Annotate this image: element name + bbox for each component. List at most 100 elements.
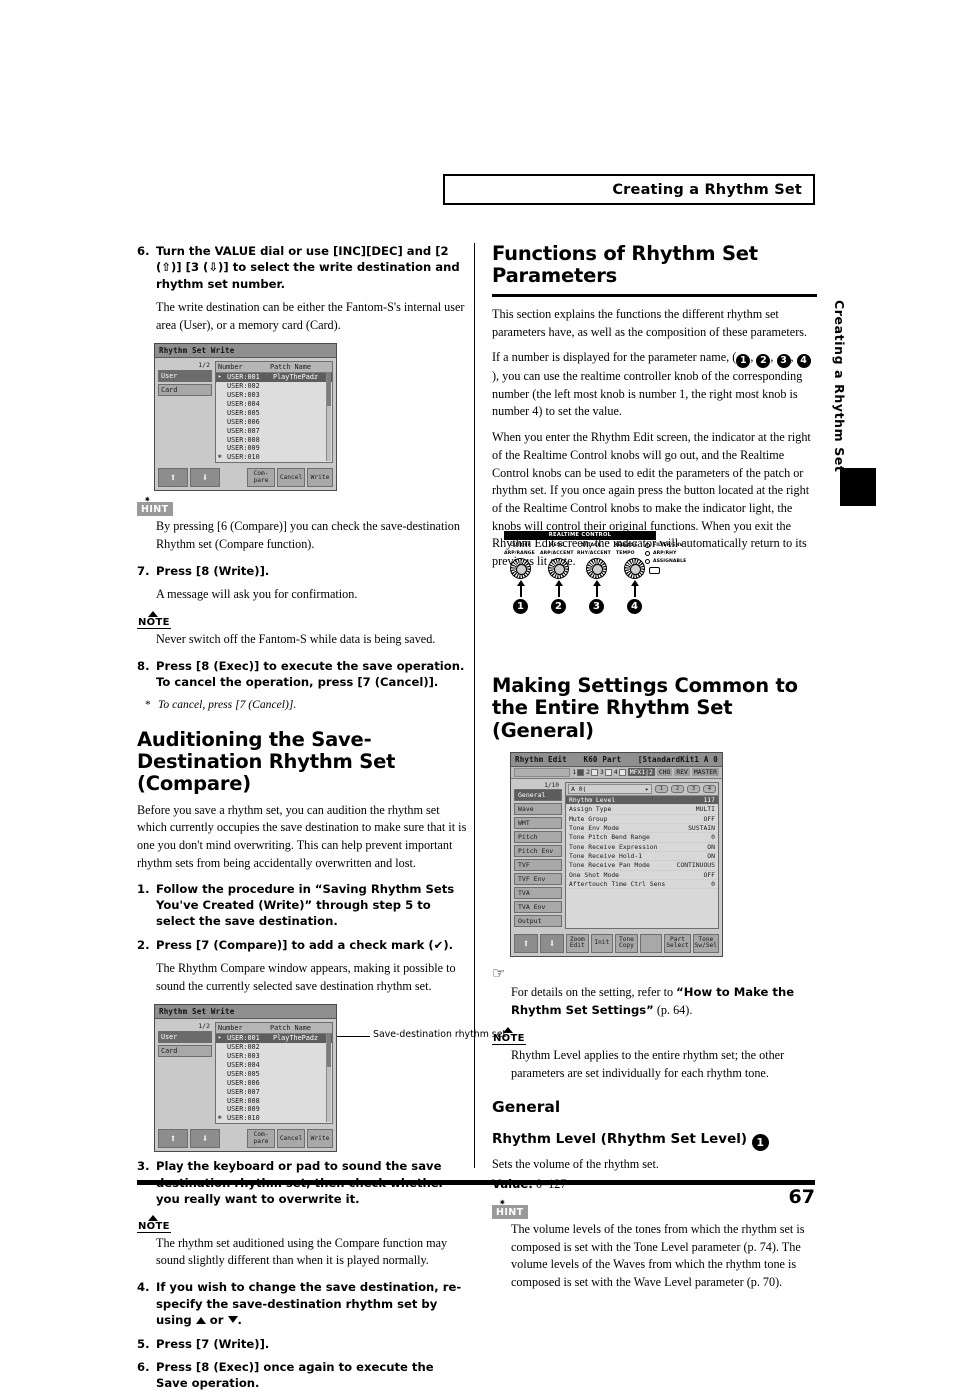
up-arrow-icon[interactable]: ⬆ (158, 468, 188, 488)
lcd-tab-user[interactable]: User (158, 1030, 212, 1043)
list-item[interactable]: ▸ USER:001 PlayThePadz (216, 372, 332, 382)
list-item[interactable]: USER:005 (216, 409, 332, 418)
init-button[interactable]: Init (590, 933, 614, 953)
list-item[interactable]: ✻ USER:010 (216, 1114, 332, 1123)
zoom-edit-button[interactable]: Zoom Edit (566, 933, 589, 953)
write-button[interactable]: Write (307, 468, 333, 488)
compare-button[interactable]: Com- pare (247, 1129, 275, 1149)
audition-step-6: 6. Press [8 (Exec)] once again to execut… (137, 1359, 467, 1392)
parameter-row[interactable]: Rhythm Level 117 (566, 795, 718, 806)
tone-copy-button[interactable]: Tone Copy (615, 933, 638, 953)
parameter-row[interactable]: Tone Receive Expression ON (566, 843, 718, 852)
scrollbar-thumb[interactable] (327, 371, 331, 406)
list-item[interactable]: USER:009 (216, 1105, 332, 1114)
parameter-row[interactable]: Assign Type MULTI (566, 805, 718, 815)
parameter-row[interactable]: One Shot Mode OFF (566, 871, 718, 880)
parameter-row[interactable]: Tone Receive Pan Mode CONTINUOUS (566, 861, 718, 871)
list-item[interactable]: USER:008 (216, 1097, 332, 1106)
lcd-list[interactable]: Number Patch Name ▸ USER:001 PlayThePadz… (215, 1021, 333, 1125)
chevron-right-icon[interactable]: ▸ (645, 785, 649, 793)
list-item[interactable]: USER:006 (216, 1079, 332, 1088)
list-item[interactable]: USER:005 (216, 1070, 332, 1079)
checkbox-icon[interactable] (577, 768, 585, 776)
note-selector[interactable]: A 0(▸ (568, 783, 652, 794)
side-tab-tva-env[interactable]: TVA Env (514, 900, 562, 913)
lcd-tab-card[interactable]: Card (158, 383, 212, 396)
tag-cho[interactable]: CHO (656, 768, 673, 777)
realtime-control-button[interactable] (649, 567, 660, 574)
list-item[interactable]: ▸ USER:001 PlayThePadz (216, 1033, 332, 1043)
side-tab-output[interactable]: Output (514, 914, 562, 927)
lcd-tab-card[interactable]: Card (158, 1044, 212, 1057)
part-check-4[interactable]: 4 (614, 768, 626, 776)
knob-3[interactable] (586, 558, 607, 579)
list-item[interactable]: USER:003 (216, 1052, 332, 1061)
list-item[interactable]: USER:004 (216, 400, 332, 409)
tag-rev[interactable]: REV (674, 768, 690, 777)
parameter-row[interactable]: Mute Group OFF (566, 815, 718, 824)
side-tab-wave[interactable]: Wave (514, 802, 562, 815)
label-release: RELEASE (614, 543, 638, 548)
lcd-tab-user[interactable]: User (158, 369, 212, 382)
scrollbar[interactable] (326, 1032, 331, 1123)
side-tab-tva[interactable]: TVA (514, 886, 562, 899)
down-arrow-icon[interactable]: ⬇ (540, 933, 564, 953)
up-arrow-icon[interactable]: ⬆ (514, 933, 538, 953)
side-tab-tvf-env[interactable]: TVF Env (514, 872, 562, 885)
led-filter-env (645, 543, 650, 548)
tag-mfx[interactable]: MFX1|2 (627, 768, 655, 777)
part-check-2[interactable]: 2 (586, 768, 598, 776)
badge-2: 2 (756, 354, 771, 369)
list-item[interactable]: ✻ USER:010 (216, 453, 332, 462)
side-tab-tvf[interactable]: TVF (514, 858, 562, 871)
list-item[interactable]: USER:007 (216, 1088, 332, 1097)
parameter-row[interactable]: Tone Receive Hold-1 ON (566, 852, 718, 862)
scrollbar-thumb[interactable] (327, 1032, 331, 1067)
tone-sw-sel-button[interactable]: Tone Sw/Sel (692, 933, 719, 953)
list-item[interactable]: USER:003 (216, 391, 332, 400)
knob-2[interactable] (548, 558, 569, 579)
part-select-button[interactable]: Part Select (664, 933, 691, 953)
parameter-value: 0 (711, 879, 715, 888)
compare-button[interactable]: Com- pare (247, 468, 275, 488)
part-check-1[interactable]: 1 (572, 768, 585, 776)
parameter-row[interactable]: Tone Pitch Bend Range 0 (566, 833, 718, 843)
knob-4[interactable] (624, 558, 645, 579)
list-item[interactable]: USER:007 (216, 427, 332, 436)
scrollbar[interactable] (326, 371, 331, 462)
list-item[interactable]: USER:002 (216, 382, 332, 391)
side-tab-pitch-env[interactable]: Pitch Env (514, 844, 562, 857)
up-arrow-icon[interactable]: ⬆ (158, 1129, 188, 1149)
list-item[interactable]: USER:002 (216, 1043, 332, 1052)
cancel-button[interactable]: Cancel (277, 468, 305, 488)
side-tab-pitch[interactable]: Pitch (514, 830, 562, 843)
side-tab-general[interactable]: General (514, 788, 562, 801)
empty-button[interactable] (639, 933, 663, 953)
knob-1[interactable] (510, 558, 531, 579)
list-item[interactable]: USER:004 (216, 1061, 332, 1070)
checkbox-icon[interactable] (618, 768, 626, 776)
checkbox-icon[interactable] (604, 768, 612, 776)
knob-indicator-2[interactable]: 2 (671, 784, 684, 793)
cancel-button[interactable]: Cancel (277, 1129, 305, 1149)
side-tab-wmt[interactable]: WMT (514, 816, 562, 829)
part-check-3[interactable]: 3 (600, 768, 612, 776)
list-item[interactable]: USER:006 (216, 418, 332, 427)
knob-indicator-1[interactable]: 1 (655, 784, 668, 793)
write-button[interactable]: Write (307, 1129, 333, 1149)
row-number: USER:003 (227, 390, 260, 399)
parameter-row[interactable]: Aftertouch Time Ctrl Sens 0 (566, 879, 718, 890)
down-arrow-icon[interactable]: ⬇ (190, 468, 220, 488)
knob-indicator-3[interactable]: 3 (687, 784, 700, 793)
lcd-part-bar: 1 2 3 4 MFX1|2 CHO REV MASTER (511, 766, 722, 779)
row-marker: ✻ (218, 453, 222, 461)
lcd-list[interactable]: Number Patch Name ▸ USER:001 PlayThePadz… (215, 360, 333, 464)
down-arrow-icon[interactable]: ⬇ (190, 1129, 220, 1149)
parameter-description: Sets the volume of the rhythm set. (492, 1156, 659, 1171)
list-item[interactable]: USER:008 (216, 436, 332, 445)
parameter-row[interactable]: Tone Env Mode SUSTAIN (566, 824, 718, 834)
checkbox-icon[interactable] (591, 768, 598, 776)
knob-indicator-4[interactable]: 4 (703, 784, 716, 793)
list-item[interactable]: USER:009 (216, 444, 332, 453)
tag-master[interactable]: MASTER (691, 768, 719, 777)
